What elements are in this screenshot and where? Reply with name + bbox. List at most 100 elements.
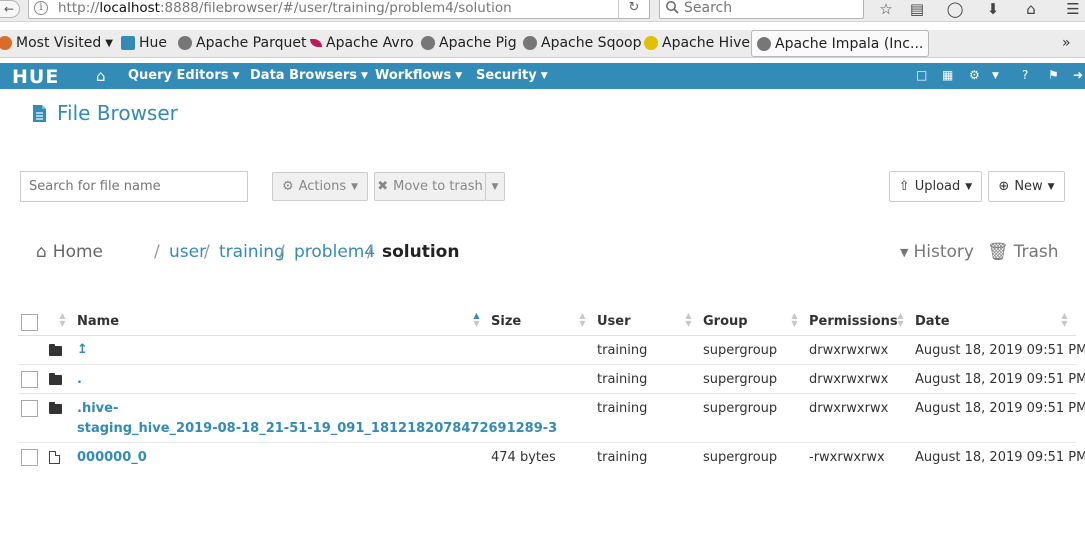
file-date: August 18, 2019 09:51 PM [915, 401, 1085, 416]
bookmark-apache-impala[interactable]: Apache Impala (Inc... [751, 30, 930, 57]
menu-icon[interactable]: ☰ [1062, 0, 1084, 19]
file-icon [49, 451, 60, 464]
file-size: 474 bytes [491, 450, 556, 465]
home-icon[interactable]: ⌂ [1020, 0, 1042, 19]
file-permissions: drwxrwxrwx [809, 401, 889, 416]
sort-icon[interactable]: ▲ ▼ [58, 312, 67, 328]
file-name-link[interactable]: . [77, 372, 82, 387]
bookmark-apache-sqoop[interactable]: Apache Sqoop [523, 35, 641, 51]
globe-icon [523, 36, 537, 50]
row-checkbox[interactable] [21, 371, 38, 388]
select-all-checkbox[interactable] [21, 314, 38, 331]
info-icon[interactable]: i [34, 1, 48, 15]
url-bar[interactable]: i http://localhost:8888/filebrowser/#/us… [28, 0, 650, 19]
table-row[interactable]: ↥ training supergroup drwxrwxrwx August … [18, 336, 1085, 365]
pocket-icon[interactable]: ◯ [944, 0, 966, 19]
sort-icon[interactable]: ▲ ▼ [790, 312, 799, 328]
bookmark-star-icon[interactable]: ☆ [875, 0, 897, 19]
file-group: supergroup [703, 450, 778, 465]
column-group[interactable]: Group [703, 314, 748, 329]
file-name-link[interactable]: 000000_0 [77, 450, 147, 465]
globe-icon [421, 36, 435, 50]
plus-icon: ⊕ [998, 179, 1010, 194]
table-header: ▲ ▼ Name ▲ ▼ Size ▲ ▼ User ▲ ▼ Group ▲ ▼ Perm… [18, 306, 1076, 336]
column-size[interactable]: Size [491, 314, 521, 329]
home-icon[interactable]: ⌂ [96, 67, 106, 85]
history-button[interactable]: ▼ History [900, 242, 974, 262]
sort-icon[interactable]: ▲ ▼ [684, 312, 693, 328]
upload-button[interactable]: ⇧ Upload ▼ [889, 171, 982, 202]
feather-icon [310, 39, 322, 47]
bookmark-apache-parquet[interactable]: Apache Parquet [178, 35, 306, 51]
column-permissions[interactable]: Permissions [809, 314, 898, 329]
file-name-link[interactable]: .hive- [77, 401, 118, 416]
page-title-text: File Browser [57, 101, 178, 125]
sort-icon[interactable]: ▲ ▼ [1060, 312, 1069, 328]
file-user: training [597, 372, 648, 387]
bookmark-hue[interactable]: Hue [121, 35, 167, 51]
flag-icon[interactable]: ⚑ [1048, 68, 1059, 82]
globe-icon [757, 36, 771, 51]
actions-button[interactable]: ⚙ Actions ▼ [272, 172, 368, 201]
file-user: training [597, 450, 648, 465]
trash-options-button[interactable]: ▼ [485, 172, 505, 201]
nav-workflows[interactable]: Workflows ▼ [375, 68, 462, 83]
breadcrumb-current: solution [382, 242, 460, 262]
bookmark-apache-hive[interactable]: Apache Hive [644, 35, 750, 51]
table-row[interactable]: . training supergroup drwxrwxrwx August … [18, 365, 1085, 394]
logout-icon[interactable]: ➜ [1073, 68, 1083, 82]
chevron-down-icon[interactable]: ▼ [992, 71, 999, 81]
sort-icon[interactable]: ▲ ▼ [578, 312, 587, 328]
breadcrumb: ⌂ Home / user / training / problem4 / sol… [36, 242, 1059, 262]
folder-icon [49, 402, 62, 414]
column-user[interactable]: User [597, 314, 631, 329]
reading-list-icon[interactable]: ▤ [906, 0, 928, 19]
close-icon: ✖ [377, 179, 389, 194]
row-checkbox[interactable] [21, 400, 38, 417]
sort-icon[interactable]: ▲ ▼ [896, 312, 905, 328]
reload-icon[interactable]: ↻ [618, 0, 650, 19]
nav-security[interactable]: Security ▼ [476, 68, 548, 83]
hue-logo[interactable]: HUE [12, 66, 59, 88]
file-group: supergroup [703, 401, 778, 416]
back-icon[interactable]: ← [0, 0, 20, 18]
sort-asc-icon[interactable]: ▲ ▼ [472, 312, 481, 328]
table-row[interactable]: 000000_0 474 bytes training supergroup -… [18, 443, 1085, 472]
bookmarks-overflow-icon[interactable]: » [1062, 35, 1071, 51]
upload-icon: ⇧ [898, 179, 910, 194]
file-name-link[interactable]: ↥ [77, 342, 88, 357]
bookmark-most-visited[interactable]: Most Visited ▼ [0, 35, 113, 51]
document-icon [33, 104, 46, 122]
browser-search-input[interactable]: Search [659, 0, 864, 19]
breadcrumb-home[interactable]: ⌂ Home [36, 242, 103, 262]
nav-data-browsers[interactable]: Data Browsers ▼ [250, 68, 368, 83]
file-icon[interactable]: □ [916, 68, 927, 82]
breadcrumb-training[interactable]: training [219, 242, 285, 262]
nav-query-editors[interactable]: Query Editors ▼ [128, 68, 239, 83]
gears-icon[interactable]: ⚙ [969, 68, 980, 82]
bookmark-apache-avro[interactable]: Apache Avro [310, 35, 414, 51]
trash-button[interactable]: 🗑 Trash [987, 242, 1059, 262]
bookmarks-toolbar: Most Visited ▼ Hue Apache Parquet Apache … [0, 30, 1085, 58]
search-icon [666, 1, 679, 14]
column-date[interactable]: Date [915, 314, 950, 329]
bookmark-apache-pig[interactable]: Apache Pig [421, 35, 517, 51]
breadcrumb-problem4[interactable]: problem4 [294, 242, 375, 262]
row-checkbox[interactable] [21, 449, 38, 466]
move-to-trash-button[interactable]: ✖ Move to trash [374, 172, 486, 201]
file-name-link-continued[interactable]: staging_hive_2019-08-18_21-51-19_091_181… [77, 421, 557, 436]
column-name[interactable]: Name [77, 314, 119, 329]
breadcrumb-user[interactable]: user [169, 242, 206, 262]
url-text[interactable]: http://localhost:8888/filebrowser/#/user… [58, 0, 512, 16]
new-button[interactable]: ⊕ New ▼ [988, 171, 1065, 202]
home-icon: ⌂ [36, 242, 47, 262]
table-icon[interactable]: ▦ [942, 68, 953, 82]
help-icon[interactable]: ? [1022, 68, 1028, 82]
fire-icon [0, 36, 12, 50]
table-row[interactable]: .hive- staging_hive_2019-08-18_21-51-19_… [18, 394, 1085, 443]
file-search-input[interactable] [20, 171, 248, 202]
download-icon[interactable]: ⬇ [982, 0, 1004, 19]
file-group: supergroup [703, 372, 778, 387]
file-group: supergroup [703, 343, 778, 358]
file-user: training [597, 401, 648, 416]
